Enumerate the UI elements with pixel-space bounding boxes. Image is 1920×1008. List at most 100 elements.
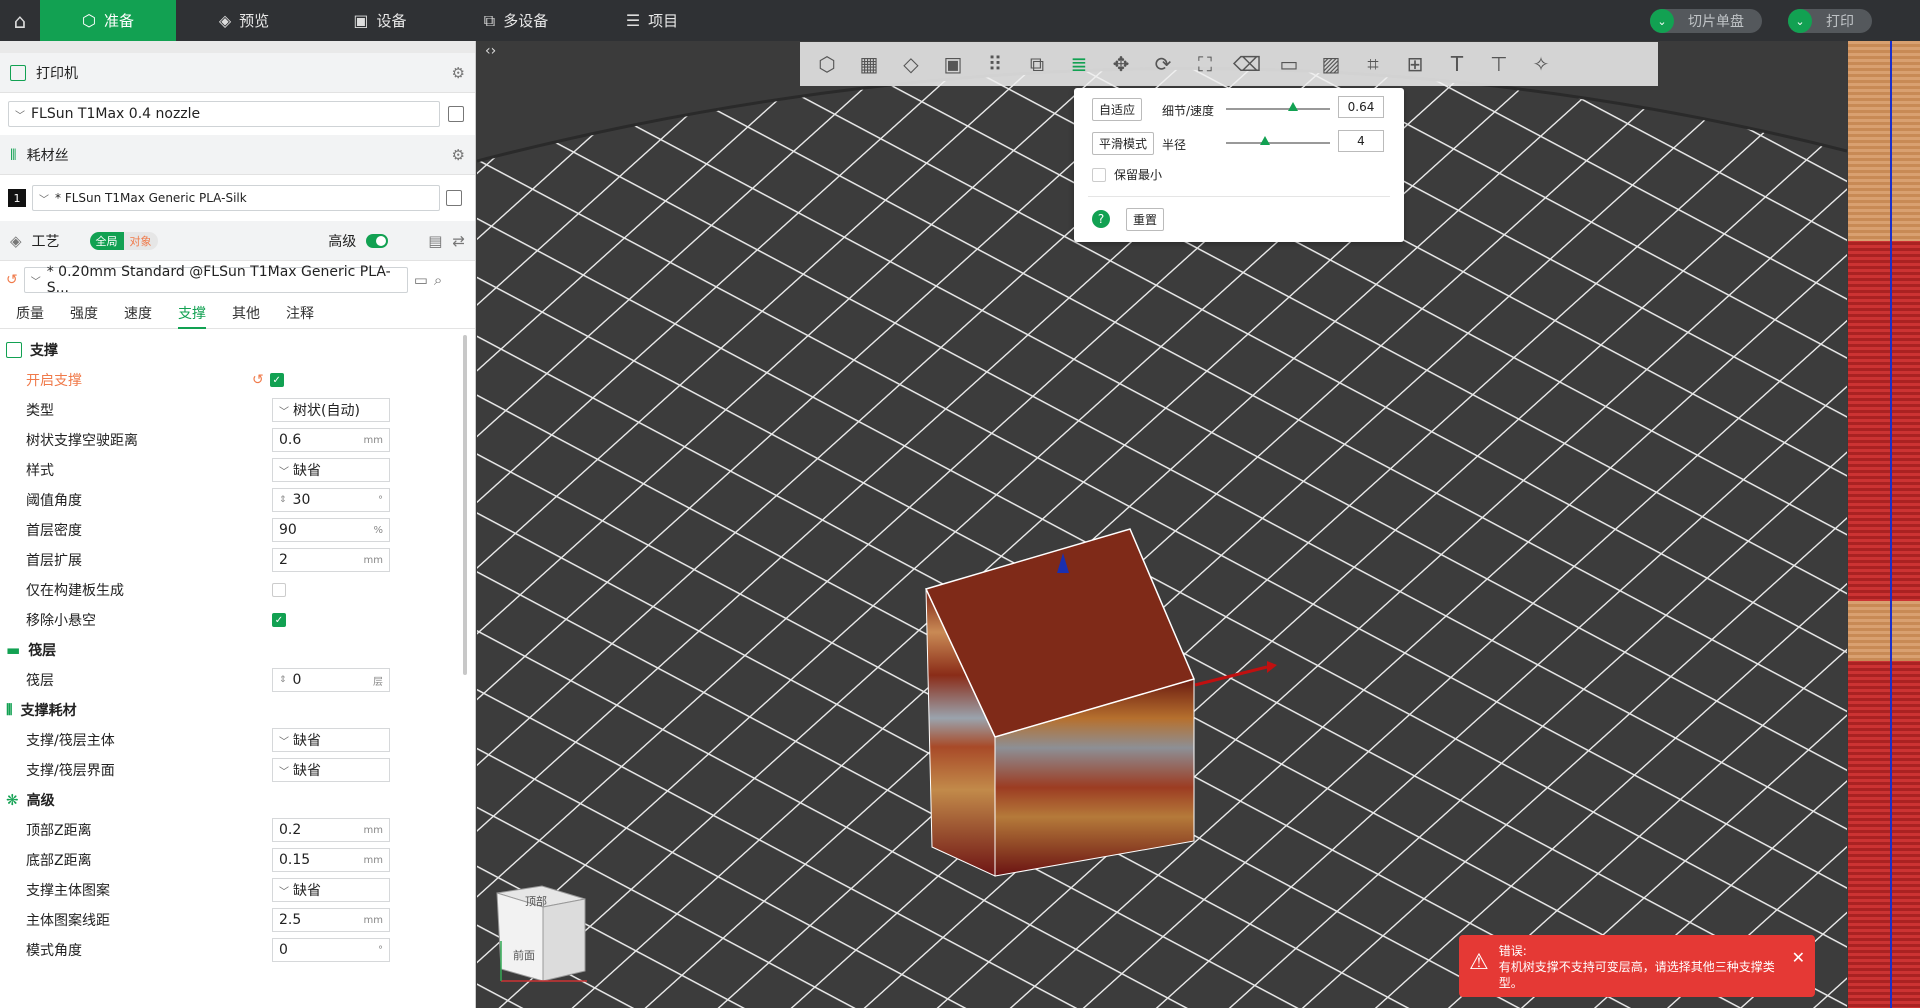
printer-icon <box>10 64 26 81</box>
radius-slider-thumb[interactable] <box>1260 136 1270 145</box>
option-top-z: 顶部Z距离 0.2 mm <box>0 815 475 845</box>
save-icon[interactable]: ▭ <box>414 271 428 289</box>
split-parts-icon[interactable]: ⧉ <box>1020 47 1054 81</box>
assembly-icon[interactable]: ✧ <box>1524 47 1558 81</box>
first-expand-input[interactable]: 2 mm <box>272 548 390 572</box>
settings-sliders-icon[interactable]: ⚙ <box>452 64 465 82</box>
add-object-icon[interactable]: ⬡ <box>810 47 844 81</box>
first-density-input[interactable]: 90% <box>272 518 390 542</box>
chevron-down-icon: ﹀ <box>279 766 289 778</box>
support-paint-icon[interactable]: ▨ <box>1314 47 1348 81</box>
pattern-angle-input[interactable]: 0 ° <box>272 938 390 962</box>
buildplate-only-checkbox[interactable] <box>272 583 286 597</box>
detail-value-input[interactable]: 0.64 <box>1338 96 1384 118</box>
home-icon[interactable]: ⌂ <box>0 0 40 41</box>
scope-global[interactable]: 全局 <box>89 231 124 250</box>
support-base-select[interactable]: ﹀ 缺省 <box>272 728 390 752</box>
tab-prepare[interactable]: ⬡ 准备 <box>40 0 176 41</box>
radius-slider[interactable] <box>1226 136 1330 145</box>
pattern-spacing-input[interactable]: 2.5 mm <box>272 908 390 932</box>
group-support: 支撑 <box>0 335 475 365</box>
top-bar: ⌂ ⬡ 准备 ◈ 预览 ▣ 设备 ⧉ 多设备 ☰ 项目 ⌄ 切片单盘 ⌄ 打印 <box>0 0 1920 41</box>
close-icon[interactable]: ✕ <box>1792 943 1805 989</box>
chevron-down-icon[interactable]: ⌄ <box>1650 9 1674 33</box>
tab-speed[interactable]: 速度 <box>124 299 152 329</box>
filament-icon: ⦀ <box>6 701 13 719</box>
undo-icon[interactable]: ↺ <box>252 372 264 388</box>
tab-support[interactable]: 支撑 <box>178 299 206 329</box>
bottom-z-input[interactable]: 0.15 mm <box>272 848 390 872</box>
compare-icon[interactable]: ▤ <box>428 232 442 250</box>
undo-icon[interactable]: ↺ <box>6 272 18 288</box>
tab-project[interactable]: ☰ 项目 <box>584 0 720 41</box>
search-icon[interactable]: ⌕ <box>434 271 442 289</box>
variable-layer-height-icon[interactable]: ≣ <box>1062 47 1096 81</box>
tab-device[interactable]: ▣ 设备 <box>312 0 448 41</box>
edit-filament-icon[interactable] <box>446 190 462 206</box>
edit-printer-icon[interactable] <box>448 106 464 122</box>
seam-paint-icon[interactable]: ⌗ <box>1356 47 1390 81</box>
print-button[interactable]: ⌄ 打印 <box>1788 9 1872 33</box>
error-title: 错误: <box>1498 944 1527 958</box>
scale-icon[interactable]: ⛶ <box>1188 47 1222 81</box>
radius-value-input[interactable]: 4 <box>1338 130 1384 152</box>
variable-layer-popup: 自适应 细节/速度 0.64 平滑模式 半径 4 保留最小 ? 重置 <box>1074 88 1404 242</box>
help-icon[interactable]: ? <box>1092 210 1110 228</box>
collapse-sidebar-icon[interactable]: ‹› <box>485 43 496 59</box>
type-select[interactable]: ﹀ 树状(自动) <box>272 398 390 422</box>
arrange-grid-icon[interactable]: ▦ <box>852 47 886 81</box>
chevron-down-icon: ﹀ <box>15 110 25 122</box>
multi-device-icon: ⧉ <box>483 10 496 30</box>
advanced-label: 高级 <box>328 233 357 250</box>
tree-avoid-input[interactable]: 0.6 mm <box>272 428 390 452</box>
process-preset-select[interactable]: ﹀ * 0.20mm Standard @FLSun T1Max Generic … <box>23 264 408 296</box>
tab-strength[interactable]: 强度 <box>70 299 98 329</box>
fuzzy-skin-icon[interactable]: ⊞ <box>1398 47 1432 81</box>
chevron-down-icon[interactable]: ⌄ <box>1788 9 1812 33</box>
move-icon[interactable]: ✥ <box>1104 47 1138 81</box>
scope-toggle[interactable]: 全局 对象 <box>89 231 158 250</box>
style-select[interactable]: ﹀ 缺省 <box>272 458 390 482</box>
orient-icon[interactable]: ◇ <box>894 47 928 81</box>
filament-row: 1 ﹀ * FLSun T1Max Generic PLA-Silk <box>0 175 475 221</box>
base-pattern-select[interactable]: ﹀ 缺省 <box>272 878 390 902</box>
plate-icon[interactable]: ▣ <box>936 47 970 81</box>
stepper-arrows-icon[interactable]: ⇕ <box>279 495 287 505</box>
cut-icon[interactable]: ▭ <box>1272 47 1306 81</box>
split-objects-icon[interactable]: ⠿ <box>978 47 1012 81</box>
reset-button[interactable]: 重置 <box>1126 208 1165 231</box>
keep-min-checkbox[interactable] <box>1092 167 1106 182</box>
support-iface-select[interactable]: ﹀ 缺省 <box>272 758 390 782</box>
filament-select[interactable]: ﹀ * FLSun T1Max Generic PLA-Silk <box>32 185 440 211</box>
adaptive-button[interactable]: 自适应 <box>1092 98 1143 121</box>
tab-others[interactable]: 其他 <box>232 299 260 329</box>
scope-object[interactable]: 对象 <box>123 231 158 250</box>
printer-select[interactable]: ﹀ FLSun T1Max 0.4 nozzle <box>8 101 440 127</box>
option-pattern-angle: 模式角度 0 ° <box>0 935 475 965</box>
switch-icon[interactable]: ⇄ <box>452 232 465 250</box>
layer-height-profile[interactable] <box>1848 41 1920 1008</box>
top-z-input[interactable]: 0.2 mm <box>272 818 390 842</box>
detail-slider-thumb[interactable] <box>1287 102 1298 111</box>
tab-preview[interactable]: ◈ 预览 <box>176 0 312 41</box>
smooth-mode-button[interactable]: 平滑模式 <box>1092 132 1155 155</box>
options-scrollbar[interactable] <box>463 335 467 675</box>
detail-slider[interactable] <box>1226 102 1330 111</box>
erase-icon[interactable]: ⌫ <box>1230 47 1264 81</box>
raft-layers-stepper[interactable]: ⇕ 0 层 <box>272 668 390 692</box>
rotate-icon[interactable]: ⟳ <box>1146 47 1180 81</box>
measure-icon[interactable]: ⊤ <box>1482 47 1516 81</box>
stepper-arrows-icon[interactable]: ⇕ <box>279 675 287 685</box>
tab-multi-device[interactable]: ⧉ 多设备 <box>448 0 584 41</box>
text-icon[interactable]: T <box>1440 47 1474 81</box>
slice-plate-button[interactable]: ⌄ 切片单盘 <box>1650 9 1762 33</box>
threshold-stepper[interactable]: ⇕ 30 ° <box>272 488 390 512</box>
enable-support-checkbox[interactable]: ✓ <box>269 373 284 387</box>
tab-notes[interactable]: 注释 <box>286 299 314 329</box>
settings-sliders-icon[interactable]: ⚙ <box>452 146 465 164</box>
advanced-toggle[interactable] <box>366 233 389 248</box>
tab-quality[interactable]: 质量 <box>16 299 44 329</box>
remove-small-checkbox[interactable]: ✓ <box>272 613 286 627</box>
view-cube[interactable]: 顶部 前面 <box>496 885 587 982</box>
option-buildplate-only: 仅在构建板生成 <box>0 575 475 605</box>
